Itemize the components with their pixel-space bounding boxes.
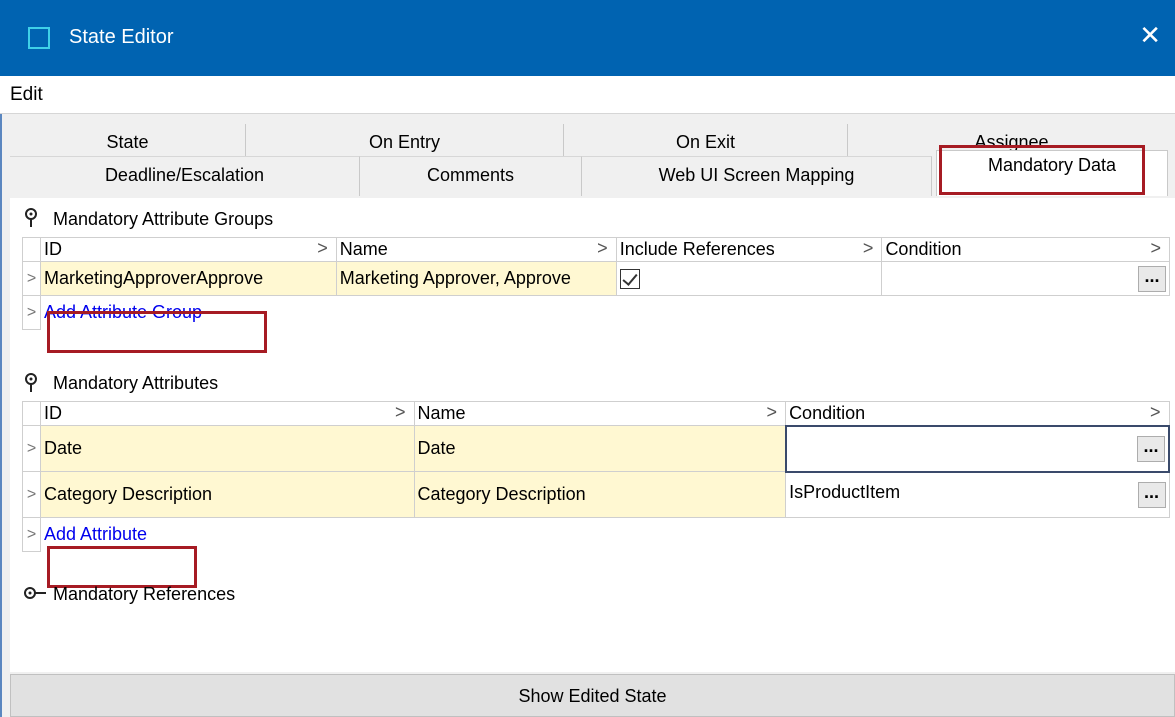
- add-attribute-link[interactable]: Add Attribute: [44, 524, 147, 544]
- tab-label: Web UI Screen Mapping: [658, 165, 855, 185]
- cell-name: Category Description: [413, 471, 787, 518]
- row-marker: >: [22, 517, 41, 552]
- cell-include-references: [615, 261, 883, 296]
- column-label: ID: [43, 239, 62, 259]
- table-row[interactable]: > Date Date ...: [22, 424, 1171, 473]
- attributes-table: ID > Name > Condition > > Date Date ... > C…: [22, 401, 1171, 552]
- pin-icon[interactable]: [24, 208, 38, 228]
- cell-condition[interactable]: IsProductItem...: [785, 471, 1170, 518]
- highlight-add-attribute-group: [47, 311, 267, 353]
- tab-label: On Exit: [675, 132, 736, 152]
- row-marker[interactable]: >: [22, 471, 41, 518]
- header-selector: [22, 401, 41, 426]
- ellipsis-button[interactable]: ...: [1138, 265, 1166, 292]
- highlight-add-attribute: [47, 546, 197, 588]
- tab-label: Comments: [426, 165, 515, 185]
- cell-id: Date: [39, 425, 415, 472]
- column-header-name[interactable]: Name >: [413, 401, 787, 426]
- column-label: Condition: [789, 402, 866, 423]
- column-header-name[interactable]: Name >: [335, 237, 617, 262]
- column-header-id[interactable]: ID >: [39, 237, 337, 262]
- table-row[interactable]: > MarketingApproverApprove Marketing App…: [22, 261, 1170, 296]
- column-label: Condition: [885, 239, 962, 259]
- cell-id: MarketingApproverApprove: [39, 261, 337, 296]
- table-row[interactable]: > Category Description Category Descript…: [22, 471, 1170, 518]
- cell-condition[interactable]: ...: [881, 261, 1170, 296]
- chevron-right-icon: >: [766, 402, 778, 423]
- tab-on-exit[interactable]: On Exit: [564, 124, 848, 158]
- section-title-references: Mandatory References: [53, 584, 236, 604]
- column-label: Name: [417, 403, 466, 423]
- tab-deadline-escalation[interactable]: Deadline/Escalation: [10, 156, 360, 196]
- window-title: State Editor: [69, 26, 174, 48]
- row-marker[interactable]: >: [22, 425, 41, 472]
- tab-label: On Entry: [368, 132, 441, 152]
- title-bar: State Editor ✕: [0, 0, 1175, 76]
- chevron-right-icon: >: [317, 238, 328, 259]
- chevron-right-icon: >: [862, 238, 874, 259]
- tab-comments[interactable]: Comments: [360, 156, 582, 196]
- column-header-id[interactable]: ID >: [39, 401, 415, 426]
- section-title-attribute-groups: Mandatory Attribute Groups: [53, 209, 274, 229]
- window-icon: [28, 27, 50, 49]
- header-selector: [22, 237, 41, 262]
- cell-name: Marketing Approver, Approve: [335, 261, 617, 296]
- section-title-attributes: Mandatory Attributes: [53, 373, 219, 393]
- column-label: Include References: [619, 239, 775, 259]
- tab-label: Deadline/Escalation: [104, 165, 265, 185]
- ellipsis-button[interactable]: ...: [1137, 481, 1166, 508]
- highlight-mandatory-data-tab: [939, 145, 1145, 195]
- include-references-checkbox[interactable]: [619, 269, 640, 290]
- close-icon[interactable]: ✕: [1139, 20, 1161, 50]
- tab-state[interactable]: State: [10, 124, 246, 158]
- column-label: ID: [43, 403, 62, 423]
- column-header-condition[interactable]: Condition >: [881, 237, 1170, 262]
- condition-input[interactable]: ...: [784, 424, 1171, 473]
- tab-on-entry[interactable]: On Entry: [246, 124, 564, 158]
- chevron-right-icon: >: [395, 402, 406, 423]
- table-header-row: ID > Name > Condition >: [22, 401, 1170, 426]
- show-edited-state-button[interactable]: Show Edited State: [10, 674, 1175, 717]
- pin-icon[interactable]: [24, 373, 38, 393]
- ellipsis-button[interactable]: ...: [1137, 435, 1165, 462]
- chevron-right-icon: >: [1150, 238, 1161, 259]
- cell-id: Category Description: [39, 471, 415, 518]
- tab-label: State: [106, 132, 149, 152]
- chevron-right-icon: >: [597, 238, 608, 259]
- column-header-condition[interactable]: Condition >: [785, 401, 1170, 426]
- row-marker[interactable]: >: [22, 261, 41, 296]
- pin-collapsed-icon[interactable]: [22, 586, 52, 600]
- cell-name: Date: [413, 425, 787, 472]
- row-marker: >: [22, 295, 41, 330]
- column-header-include-references[interactable]: Include References >: [615, 237, 883, 262]
- chevron-right-icon: >: [1149, 402, 1161, 423]
- table-header-row: ID > Name > Include References > Condition >: [22, 237, 1170, 262]
- condition-value: IsProductItem: [789, 481, 901, 502]
- menu-bar: Edit: [0, 76, 1175, 114]
- menu-edit[interactable]: Edit: [10, 84, 43, 106]
- tab-web-ui-screen-mapping[interactable]: Web UI Screen Mapping: [582, 156, 932, 196]
- column-label: Name: [339, 239, 388, 259]
- add-cell[interactable]: Add Attribute: [39, 517, 1169, 552]
